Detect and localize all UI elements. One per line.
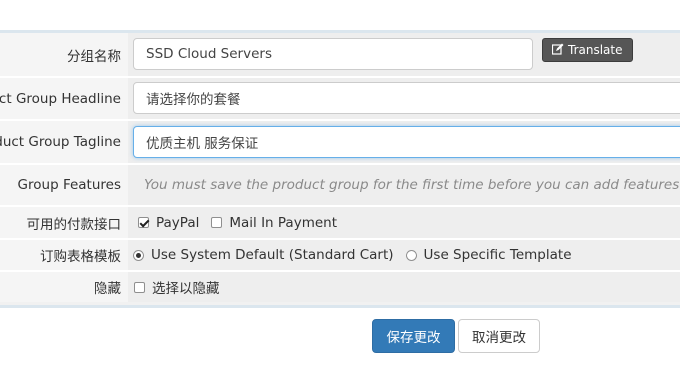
features-label: Group Features	[17, 177, 121, 193]
cancel-button[interactable]: 取消更改	[458, 319, 540, 353]
group-name-input[interactable]	[133, 38, 533, 70]
hidden-label: 隐藏	[94, 281, 121, 297]
mail-in-payment-label: Mail In Payment	[229, 214, 338, 231]
mail-in-payment-checkbox[interactable]	[211, 217, 223, 228]
mail-in-payment-option[interactable]: Mail In Payment	[211, 215, 337, 231]
paypal-option[interactable]: PayPal	[138, 215, 199, 231]
translate-button[interactable]: Translate	[542, 38, 633, 62]
headline-label: uct Group Headline	[0, 90, 121, 107]
save-button[interactable]: 保存更改	[372, 319, 455, 353]
hide-checkbox-label: 选择以隐藏	[152, 281, 220, 297]
row-group-name: 分组名称 Translate	[0, 33, 680, 76]
template-label: 订购表格模板	[40, 249, 121, 265]
specific-template-radio[interactable]	[405, 249, 417, 261]
row-tagline: duct Group Tagline	[0, 121, 680, 163]
tagline-input[interactable]	[133, 126, 680, 158]
paypal-label: PayPal	[156, 214, 200, 231]
specific-template-option[interactable]: Use Specific Template	[405, 247, 572, 263]
edit-icon	[551, 43, 564, 58]
hide-checkbox[interactable]	[134, 281, 145, 293]
group-name-label: 分组名称	[67, 48, 121, 65]
payment-label: 可用的付款接口	[26, 216, 122, 233]
row-features: Group Features You must save the product…	[0, 165, 680, 205]
hide-option[interactable]: 选择以隐藏	[134, 277, 220, 297]
row-template: 订购表格模板 Use System Default (Standard Cart…	[0, 240, 680, 270]
paypal-checkbox[interactable]	[138, 217, 149, 228]
row-hidden: 隐藏 选择以隐藏	[0, 272, 680, 302]
product-group-form: 分组名称 Translate uct Group Headline duct G…	[0, 30, 680, 308]
tagline-label: duct Group Tagline	[0, 134, 121, 150]
specific-template-label: Use Specific Template	[423, 247, 572, 263]
row-headline: uct Group Headline	[0, 78, 680, 119]
system-default-radio[interactable]	[133, 249, 144, 261]
features-note: You must save the product group for the …	[144, 177, 680, 193]
translate-label: Translate	[568, 43, 623, 57]
system-default-option[interactable]: Use System Default (Standard Cart)	[133, 247, 394, 263]
row-payment: 可用的付款接口 PayPal Mail In Payment	[0, 207, 680, 238]
headline-input[interactable]	[133, 82, 680, 114]
system-default-label: Use System Default (Standard Cart)	[151, 247, 394, 263]
